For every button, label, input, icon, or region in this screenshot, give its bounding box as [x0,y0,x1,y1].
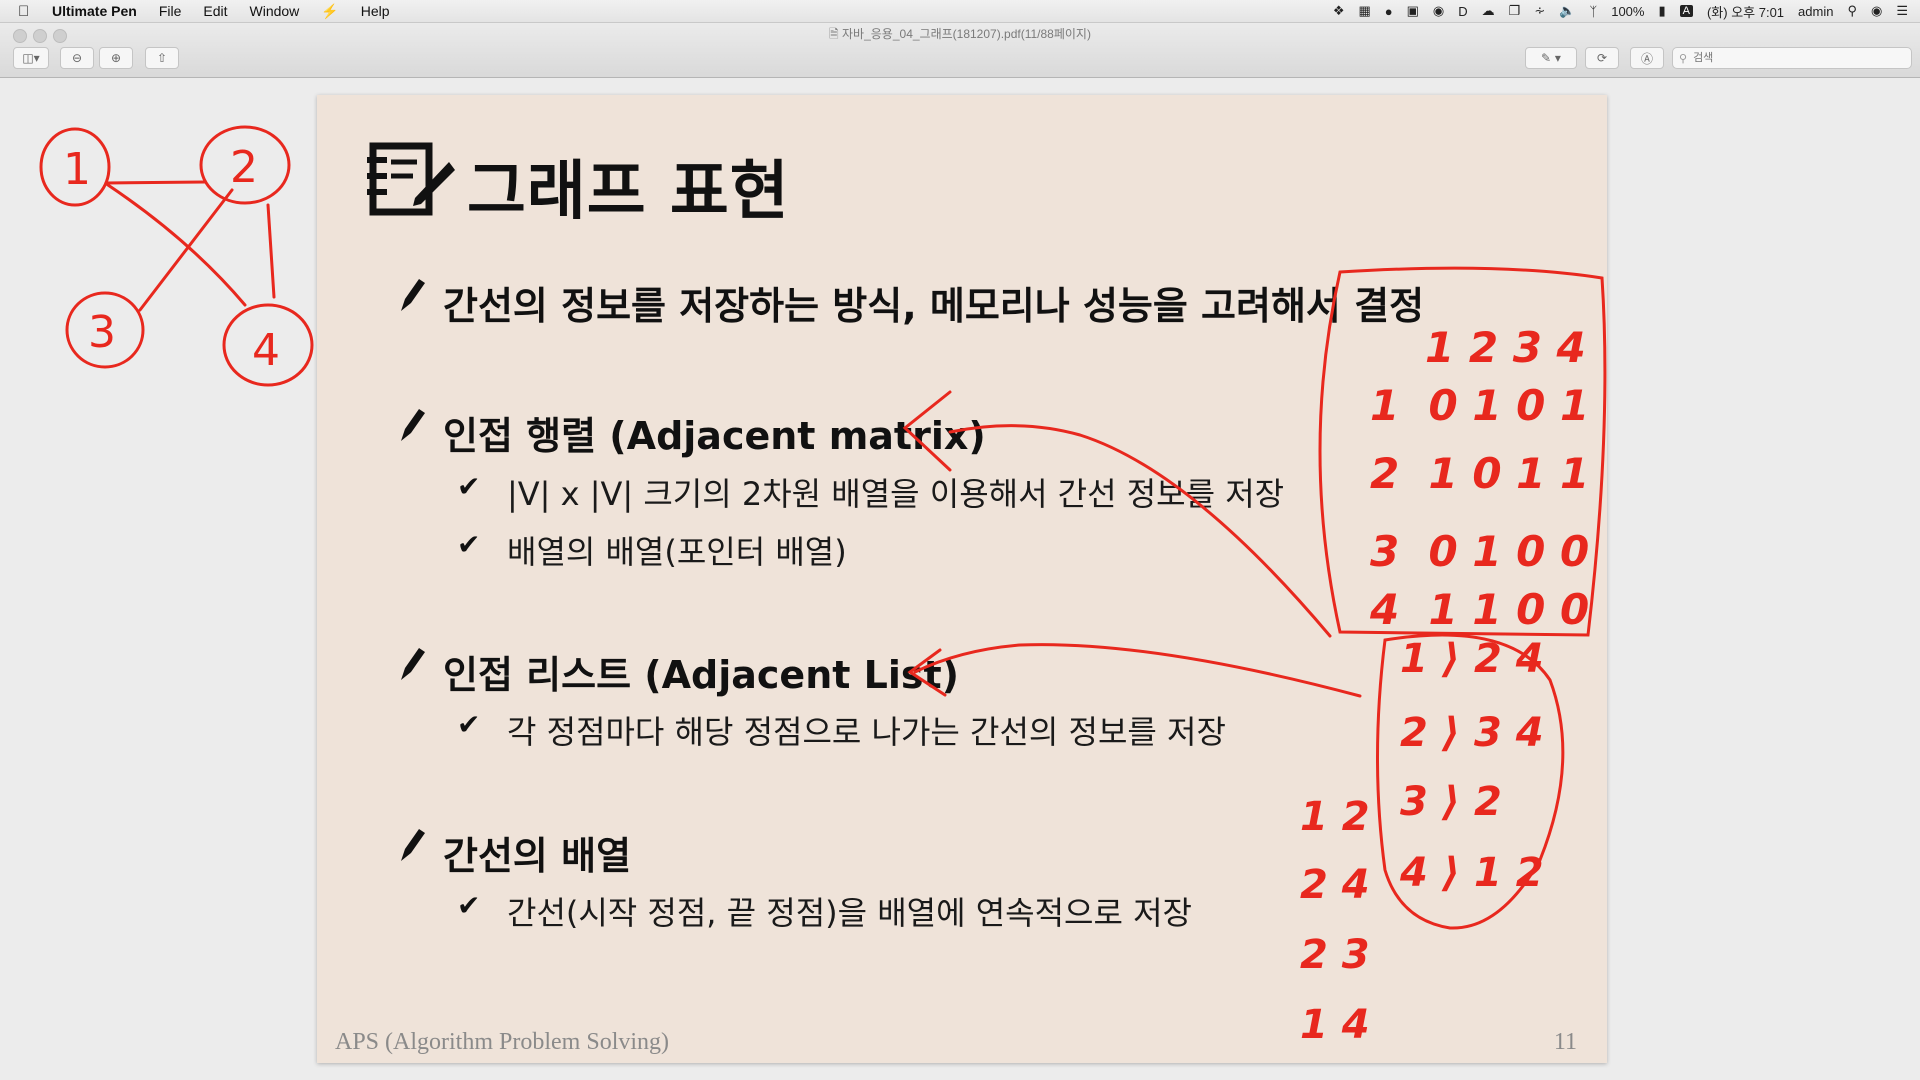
annotate-button[interactable]: Ⓐ [1630,47,1664,69]
pen-bullet-icon [401,409,425,441]
app-menu[interactable]: Ultimate Pen [52,3,137,19]
apple-icon[interactable]:  [18,3,36,20]
sub-bullet-outgoing-edges: 각 정점마다 해당 정점으로 나가는 간선의 정보를 저장 [507,713,1226,751]
wifi-icon[interactable]: ∻ [1534,3,1545,19]
bullet-storage-method: 간선의 정보를 저장하는 방식, 메모리나 성능을 고려해서 결정 [443,284,1425,328]
search-field[interactable]: ⚲ [1672,47,1912,69]
notification-icon[interactable]: ☰ [1896,3,1908,19]
slide-title: 그래프 표현 [467,155,790,229]
document-title: 🗎 자바_응용_04_그래프(181207).pdf(11/88페이지) [829,27,1091,41]
bullet-adjacent-list: 인접 리스트 (Adjacent List) [443,653,960,697]
check-icon: ✔ [457,470,481,503]
rotate-button[interactable]: ⟳ [1585,47,1619,69]
dropbox-icon[interactable]: ❖ [1333,3,1345,19]
script-icon[interactable]: ⚡ [321,3,338,20]
battery-icon[interactable]: ▮ [1658,3,1665,19]
pen-bullet-icon [401,648,425,680]
display-icon[interactable]: ❐ [1509,3,1521,19]
check-icon: ✔ [457,708,481,741]
page-number: 11 [1553,1029,1577,1055]
bullet-edge-array: 간선의 배열 [443,834,632,878]
pdf-page: 그래프 표현 간선의 정보를 저장하는 방식, 메모리나 성능을 고려해서 결정… [317,95,1607,1063]
cloud-icon[interactable]: ☁ [1482,3,1495,19]
menu-file[interactable]: File [159,3,182,19]
clock[interactable]: (화) 오후 7:01 [1707,2,1784,21]
share-button[interactable]: ⇧ [145,47,179,69]
record-icon[interactable]: ◉ [1433,3,1444,19]
siri-icon[interactable]: ◉ [1871,3,1882,19]
app-icon[interactable]: ▣ [1407,3,1419,19]
search-input[interactable] [1691,51,1896,65]
zoom-in-button[interactable]: ⊕ [99,47,133,69]
menu-bar:  Ultimate Pen File Edit Window ⚡ Help ❖… [0,0,1920,23]
chat-icon[interactable]: ● [1385,4,1393,19]
check-icon: ✔ [457,528,481,561]
pen-bullet-icon [401,829,425,861]
pen-bullet-icon [401,279,425,311]
menu-edit[interactable]: Edit [203,3,227,19]
status-area: ❖ ▦ ● ▣ ◉ D ☁ ❐ ∻ 🔈 ᛉ 100% ▮ A (화) 오후 7:… [1333,0,1908,22]
markup-button[interactable]: ✎ ▾ [1525,47,1577,69]
bullet-adjacent-matrix: 인접 행렬 (Adjacent matrix) [443,414,986,458]
menu-window[interactable]: Window [250,3,300,19]
user-menu[interactable]: admin [1798,4,1833,19]
zoom-out-button[interactable]: ⊖ [60,47,94,69]
sub-bullet-matrix-size: |V| x |V| 크기의 2차원 배열을 이용해서 간선 정보를 저장 [507,475,1285,513]
sub-bullet-array-of-arrays: 배열의 배열(포인터 배열) [507,533,847,571]
d-icon[interactable]: D [1458,4,1467,19]
battery-percent[interactable]: 100% [1611,4,1644,19]
notepad-icon [367,142,455,216]
input-method-icon[interactable]: A [1679,5,1693,17]
check-icon: ✔ [457,889,481,922]
window-toolbar: 🗎 자바_응용_04_그래프(181207).pdf(11/88페이지) ◫▾ … [0,23,1920,78]
search-icon: ⚲ [1679,51,1688,65]
ml-icon[interactable]: ▦ [1358,3,1370,19]
spotlight-icon[interactable]: ⚲ [1847,3,1857,19]
menu-help[interactable]: Help [361,3,390,19]
bluetooth-icon[interactable]: ᛉ [1589,4,1597,19]
sidebar-toggle-button[interactable]: ◫▾ [13,47,49,69]
pdf-icon: 🗎 [829,27,839,41]
sub-bullet-consecutive-edges: 간선(시작 정점, 끝 정점)을 배열에 연속적으로 저장 [507,894,1192,932]
volume-icon[interactable]: 🔈 [1559,3,1575,19]
slide-footer: APS (Algorithm Problem Solving) [335,1029,670,1055]
